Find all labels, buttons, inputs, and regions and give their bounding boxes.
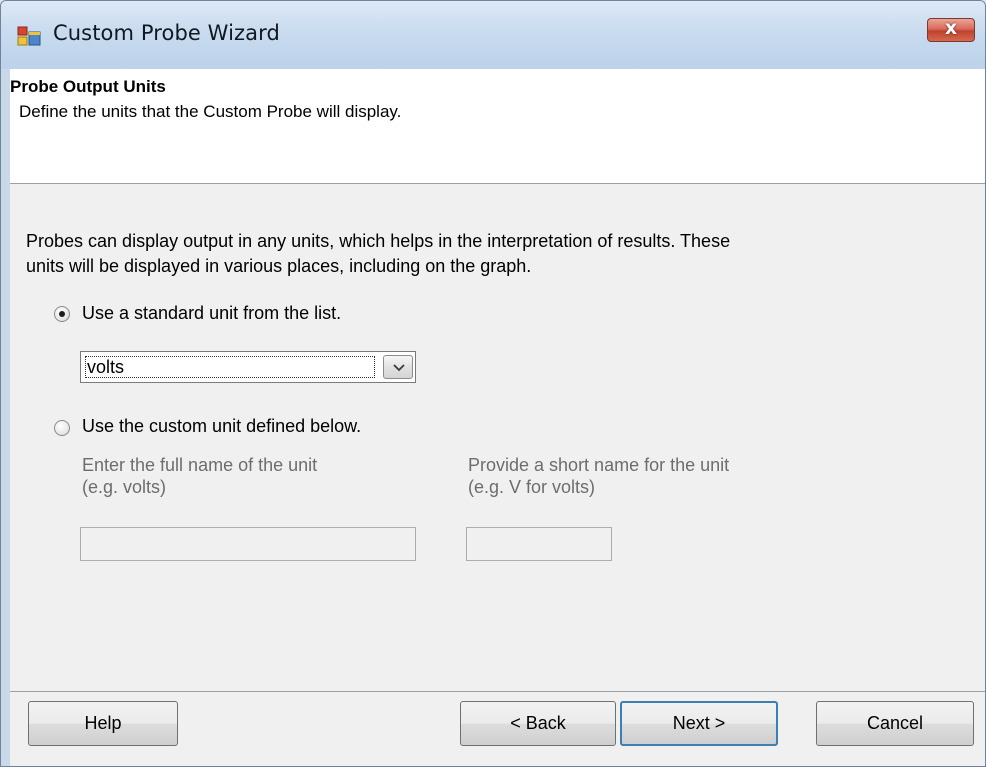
radio-selected-dot xyxy=(59,311,65,317)
next-button[interactable]: Next > xyxy=(620,701,778,746)
custom-unit-radio[interactable] xyxy=(54,420,70,436)
wizard-window: Custom Probe Wizard x Probe Output Units… xyxy=(0,0,986,767)
back-button[interactable]: < Back xyxy=(460,701,616,746)
window-title: Custom Probe Wizard xyxy=(53,21,280,45)
cancel-button[interactable]: Cancel xyxy=(816,701,974,746)
close-button[interactable]: x xyxy=(927,17,975,42)
help-button[interactable]: Help xyxy=(28,701,178,746)
standard-unit-label[interactable]: Use a standard unit from the list. xyxy=(82,303,341,324)
dropdown-arrow-button[interactable] xyxy=(383,355,413,379)
window-app-icon xyxy=(17,25,41,47)
custom-unit-label[interactable]: Use the custom unit defined below. xyxy=(82,416,361,437)
standard-unit-radio[interactable] xyxy=(54,306,70,322)
dropdown-selected-value: volts xyxy=(85,356,375,378)
footer-divider xyxy=(10,691,985,692)
standard-unit-dropdown[interactable]: volts xyxy=(80,351,416,383)
intro-line-2: units will be displayed in various place… xyxy=(26,256,532,276)
page-subtitle: Define the units that the Custom Probe w… xyxy=(19,102,402,121)
short-name-label: Provide a short name for the unit (e.g. … xyxy=(468,454,729,498)
short-name-label-line-2: (e.g. V for volts) xyxy=(468,477,596,497)
short-name-label-line-1: Provide a short name for the unit xyxy=(468,455,730,475)
full-name-label-line-2: (e.g. volts) xyxy=(82,477,167,497)
title-bar[interactable]: Custom Probe Wizard x xyxy=(1,1,985,69)
short-name-input[interactable] xyxy=(466,527,612,561)
full-name-label-line-1: Enter the full name of the unit xyxy=(82,455,318,475)
intro-line-1: Probes can display output in any units, … xyxy=(26,231,731,251)
close-icon: x xyxy=(944,17,958,39)
full-name-label: Enter the full name of the unit (e.g. vo… xyxy=(82,454,317,498)
chevron-down-icon xyxy=(393,364,405,372)
full-name-input[interactable] xyxy=(80,527,416,561)
page-title: Probe Output Units xyxy=(10,77,166,96)
wizard-header-panel: Probe Output Units Define the units that… xyxy=(10,69,985,184)
intro-text: Probes can display output in any units, … xyxy=(26,229,926,279)
wizard-client-area: Probe Output Units Define the units that… xyxy=(10,69,985,766)
